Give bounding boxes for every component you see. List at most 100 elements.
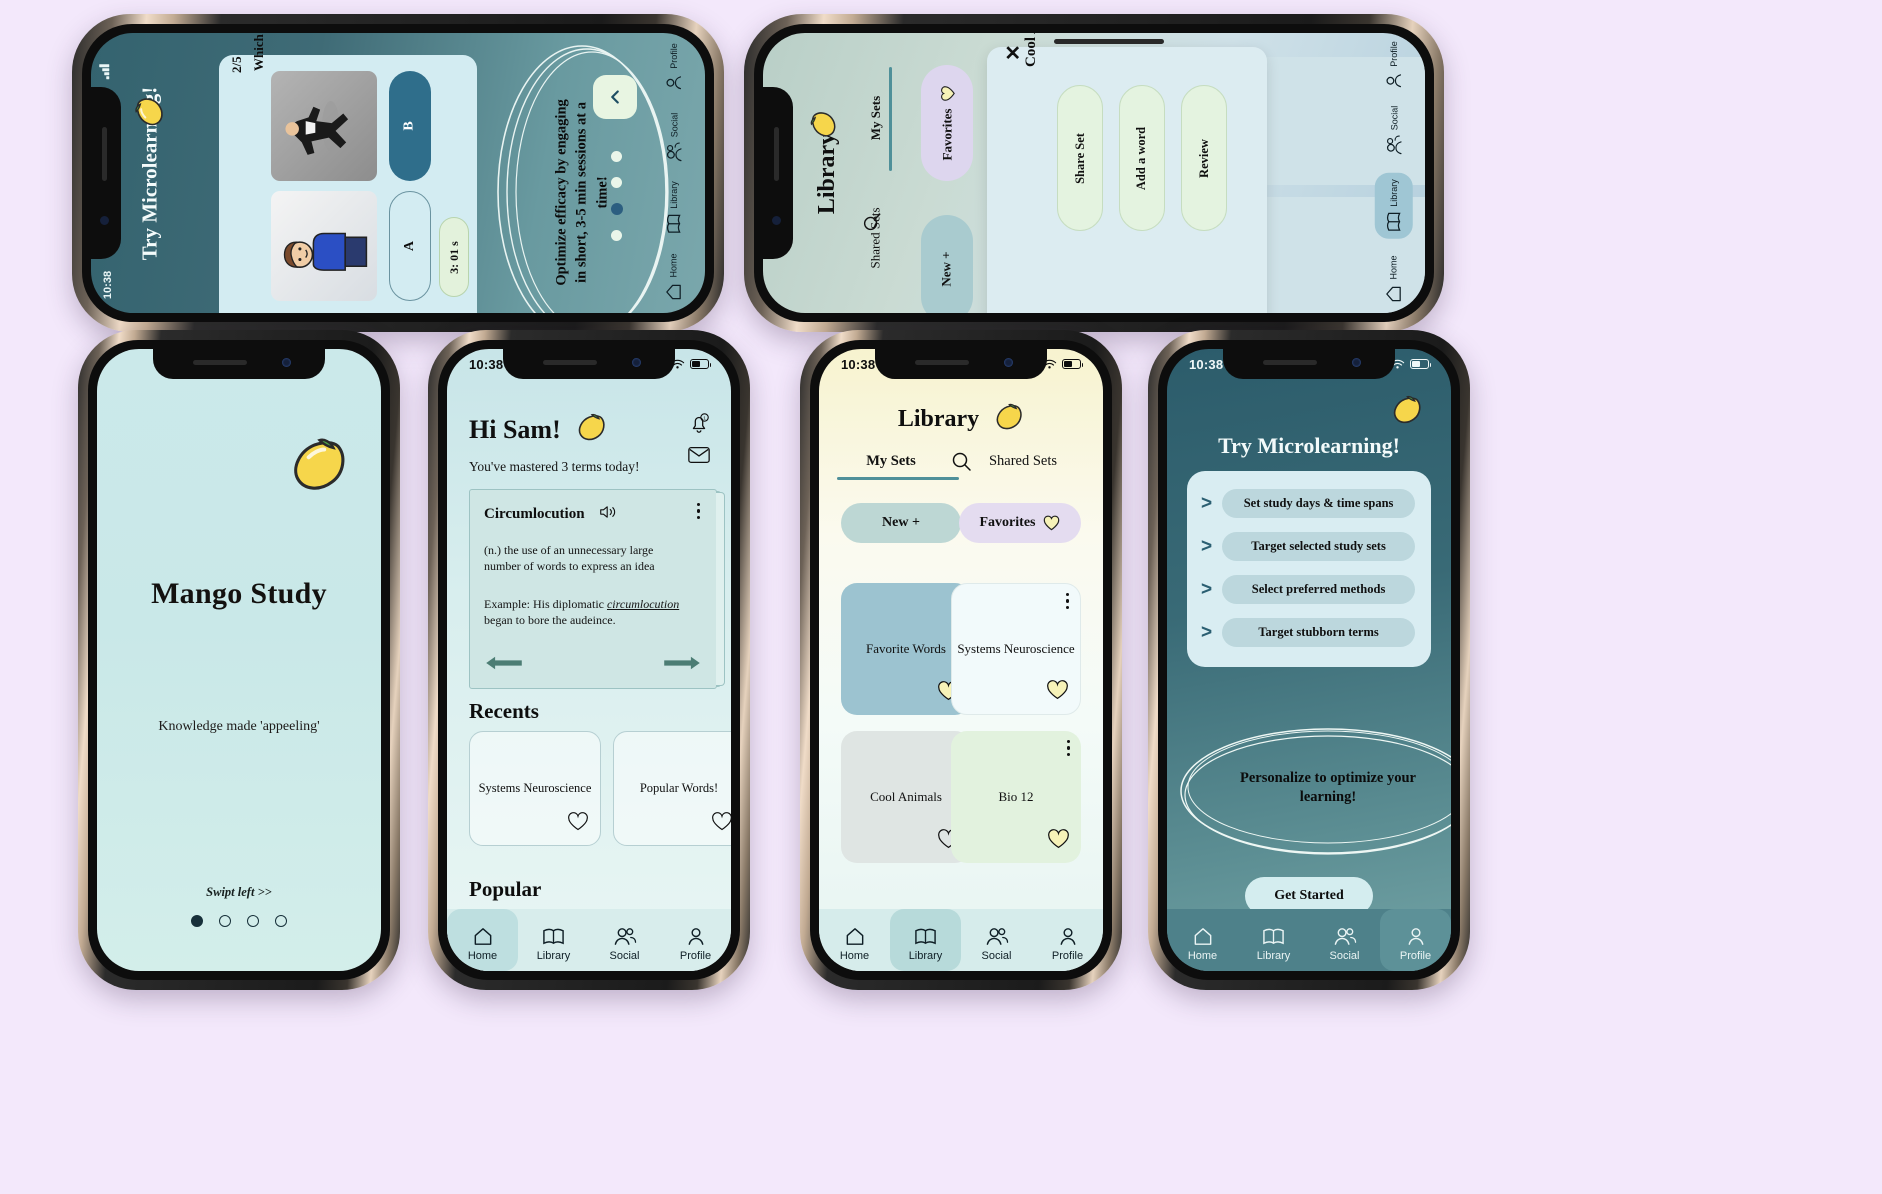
phone-screen: Library My Sets Shared Sets New + Favori… xyxy=(763,33,1425,313)
nav-item-home[interactable]: Home xyxy=(819,909,890,971)
quiz-image-b[interactable] xyxy=(271,71,377,181)
modal-title: Cool Animals xyxy=(1023,33,1040,67)
carousel-dot[interactable] xyxy=(611,151,622,162)
carousel-dots[interactable] xyxy=(611,151,623,241)
new-set-button[interactable]: New + xyxy=(921,215,973,313)
carousel-dot[interactable] xyxy=(219,915,231,927)
carousel-dot-active[interactable] xyxy=(191,915,203,927)
nav-item-social[interactable]: Social xyxy=(1384,106,1404,157)
nav-item-social[interactable]: Social xyxy=(664,113,684,164)
flashcard-next-button[interactable] xyxy=(662,655,702,676)
nav-item-home[interactable]: Home xyxy=(447,909,518,971)
option-row-2[interactable]: > Target selected study sets xyxy=(1201,532,1415,561)
recents-heading: Recents xyxy=(469,699,539,723)
heart-outline-icon[interactable] xyxy=(711,812,731,836)
battery-icon xyxy=(1410,359,1432,369)
tab-shared-sets[interactable]: Shared Sets xyxy=(967,453,1079,470)
bottom-nav: Home Library Social Profile xyxy=(819,909,1103,971)
nav-item-social[interactable]: Social xyxy=(1309,909,1380,971)
nav-item-profile[interactable]: Profile xyxy=(664,43,684,93)
tab-my-sets[interactable]: My Sets xyxy=(861,63,891,173)
nav-item-library[interactable]: Library xyxy=(890,909,961,971)
kebab-menu-icon[interactable] xyxy=(1066,740,1070,757)
tab-underline xyxy=(837,477,959,480)
share-set-button[interactable]: Share Set xyxy=(1057,85,1103,231)
option-row-4[interactable]: > Target stubborn terms xyxy=(1201,618,1415,647)
nav-item-profile[interactable]: Profile xyxy=(1380,909,1451,971)
battery-icon xyxy=(1062,359,1084,369)
book-icon xyxy=(915,928,936,944)
flashcard-prev-button[interactable] xyxy=(484,655,524,676)
quiz-question: Which image portrays 'elation' best? xyxy=(249,33,269,71)
review-button[interactable]: Review xyxy=(1181,85,1227,231)
carousel-dot[interactable] xyxy=(611,230,622,241)
heart-outline-icon[interactable] xyxy=(567,812,589,836)
flashcard-example: Example: His diplomatic circumlocution b… xyxy=(484,597,680,628)
nav-item-library[interactable]: Library xyxy=(1238,909,1309,971)
microlearning-tip: Optimize efficacy by engaging in short, … xyxy=(553,98,611,286)
search-icon[interactable] xyxy=(861,212,888,234)
page-title: Try Microlearning! xyxy=(1218,433,1400,458)
arrow-right-icon xyxy=(664,656,700,670)
favorites-button[interactable]: Favorites xyxy=(921,65,973,181)
quiz-image-a[interactable] xyxy=(271,191,377,301)
carousel-dots[interactable] xyxy=(97,915,381,927)
nav-item-social[interactable]: Social xyxy=(961,909,1032,971)
nav-item-social[interactable]: Social xyxy=(589,909,660,971)
carousel-dot[interactable] xyxy=(247,915,259,927)
notification-button[interactable]: 1 xyxy=(687,411,711,440)
envelope-icon xyxy=(688,446,710,464)
quiz-option-b[interactable]: B xyxy=(389,71,431,181)
mango-icon xyxy=(993,403,1024,436)
tab-shared-sets[interactable]: Shared Sets xyxy=(861,183,891,293)
book-icon xyxy=(543,928,564,944)
phone-bezel: Library My Sets Shared Sets New + Favori… xyxy=(754,24,1434,322)
heart-filled-icon[interactable] xyxy=(1046,680,1069,705)
person-icon xyxy=(666,76,682,90)
phone-screen: 10:38 Library My Sets Shared Sets New + … xyxy=(819,349,1103,971)
kebab-menu-icon[interactable] xyxy=(696,503,700,520)
speaker-icon[interactable] xyxy=(599,504,618,525)
new-set-button[interactable]: New + xyxy=(841,503,961,543)
phone-bezel: 10:38 Try Microlearning! > Set study day… xyxy=(1158,340,1460,980)
nav-item-library-active[interactable]: Library xyxy=(1375,172,1414,239)
carousel-dot-active[interactable] xyxy=(611,203,623,215)
carousel-dot[interactable] xyxy=(275,915,287,927)
mail-button[interactable] xyxy=(687,445,711,470)
option-label: Target selected study sets xyxy=(1222,532,1415,561)
nav-item-profile[interactable]: Profile xyxy=(660,909,731,971)
add-word-button[interactable]: Add a word xyxy=(1119,85,1165,231)
popular-heading: Popular xyxy=(469,877,542,901)
favorites-button[interactable]: Favorites xyxy=(959,503,1081,543)
set-card-bio-12[interactable]: Bio 12 xyxy=(951,731,1081,863)
kebab-menu-icon[interactable] xyxy=(1065,593,1069,610)
nav-item-home[interactable]: Home xyxy=(1384,256,1404,305)
nav-item-library[interactable]: Library xyxy=(518,909,589,971)
nav-item-profile[interactable]: Profile xyxy=(1384,41,1404,91)
phone-bezel: Mango Study Knowledge made 'appeeling' S… xyxy=(88,340,390,980)
nav-item-home[interactable]: Home xyxy=(1167,909,1238,971)
set-card-title: Favorite Words xyxy=(866,641,946,657)
recent-card-2[interactable]: Popular Words! xyxy=(613,731,731,846)
recent-card-1[interactable]: Systems Neuroscience xyxy=(469,731,601,846)
heart-filled-icon[interactable] xyxy=(1047,829,1070,854)
nav-item-profile[interactable]: Profile xyxy=(1032,909,1103,971)
set-card-systems-neuroscience[interactable]: Systems Neuroscience xyxy=(951,583,1081,715)
nav-item-library[interactable]: Library xyxy=(664,181,684,235)
option-label: Target stubborn terms xyxy=(1222,618,1415,647)
notch xyxy=(503,349,675,379)
phone-screen: 10:38 Try Microlearning! > Set study day… xyxy=(1167,349,1451,971)
mango-icon xyxy=(1390,395,1423,430)
option-row-1[interactable]: > Set study days & time spans xyxy=(1201,489,1415,518)
status-time: 10:38 xyxy=(1189,356,1224,372)
collapse-button[interactable] xyxy=(593,75,637,119)
bell-icon: 1 xyxy=(692,413,709,433)
heart-icon xyxy=(940,86,954,101)
carousel-dot[interactable] xyxy=(611,177,622,188)
option-row-3[interactable]: > Select preferred methods xyxy=(1201,575,1415,604)
flashcard[interactable]: Circumlocution (n.) the use of an unnece… xyxy=(469,489,725,689)
quiz-option-a[interactable]: A xyxy=(389,191,431,301)
set-detail-modal: ✕ Cool Animals Share Set Add a word Revi… xyxy=(987,33,1267,313)
tab-my-sets[interactable]: My Sets xyxy=(843,453,939,470)
nav-item-home[interactable]: Home xyxy=(664,253,684,302)
